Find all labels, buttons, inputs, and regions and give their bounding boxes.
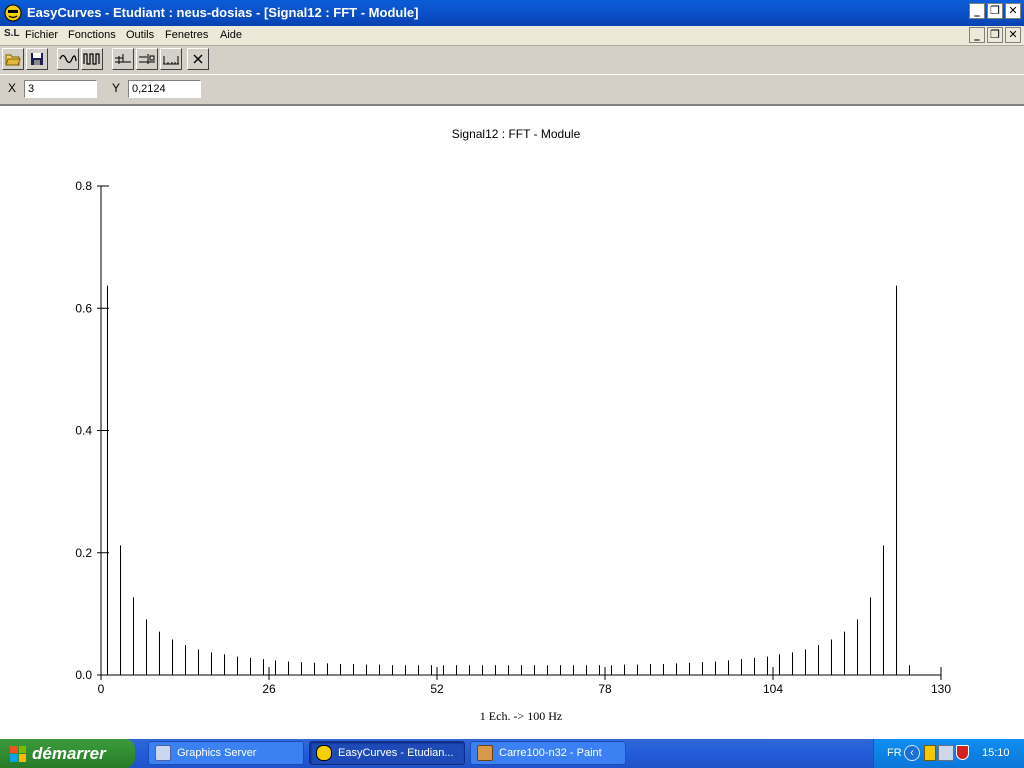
y-tick-label: 0.0 xyxy=(75,668,92,682)
close-icon xyxy=(193,54,203,64)
baseline-icon xyxy=(163,56,179,65)
easycurves-icon xyxy=(316,745,332,761)
fft-chart[interactable]: Signal12 : FFT - Module 0.00.20.40.60.8 … xyxy=(0,106,1024,740)
y-tick-label: 0.8 xyxy=(75,179,92,193)
coordinate-bar: X Y xyxy=(0,75,1024,105)
square-wave-icon xyxy=(83,53,100,65)
mdi-close-button[interactable]: ✕ xyxy=(1005,27,1021,43)
mdi-window-controls: _ ❐ ✕ xyxy=(969,27,1021,43)
measure-cursor-icon xyxy=(139,54,155,64)
task-graphics-server[interactable]: Graphics Server xyxy=(148,741,304,765)
graphics-server-icon xyxy=(155,745,171,761)
network-icon[interactable] xyxy=(938,745,954,761)
task-label: Graphics Server xyxy=(177,747,257,759)
x-tick-label: 104 xyxy=(763,682,783,696)
y-tick-label: 0.6 xyxy=(75,301,92,315)
x-coord-label: X xyxy=(8,81,17,95)
close-chart-button[interactable] xyxy=(187,48,209,70)
language-indicator[interactable]: FR xyxy=(887,747,902,759)
mdi-restore-button[interactable]: ❐ xyxy=(987,27,1003,43)
start-label: démarrer xyxy=(32,743,106,763)
taskbar: démarrer Graphics Server EasyCurves - Et… xyxy=(0,739,1024,768)
system-tray: FR ‹ 15:10 xyxy=(873,739,1024,768)
security-shield-icon[interactable] xyxy=(956,745,969,760)
restore-button[interactable]: ❐ xyxy=(987,3,1003,19)
x-tick-label: 52 xyxy=(430,682,444,696)
paint-icon xyxy=(477,745,493,761)
x-tick-label: 26 xyxy=(262,682,276,696)
square-wave-button[interactable] xyxy=(81,48,103,70)
menu-aide[interactable]: Aide xyxy=(220,29,242,41)
x-tick-label: 78 xyxy=(598,682,612,696)
show-hidden-icons-icon[interactable]: ‹ xyxy=(904,745,920,761)
baseline-button[interactable] xyxy=(160,48,182,70)
task-label: EasyCurves - Etudian... xyxy=(338,747,454,759)
window-title: EasyCurves - Etudiant : neus-dosias - [S… xyxy=(27,5,419,20)
sine-wave-button[interactable] xyxy=(57,48,79,70)
measure-horizontal-button[interactable] xyxy=(112,48,134,70)
save-button[interactable] xyxy=(26,48,48,70)
x-coord-field[interactable] xyxy=(24,80,97,98)
plot-area[interactable]: Signal12 : FFT - Module 0.0 0.2 0.4 0.6 0.8 … xyxy=(0,105,1024,740)
tray-app-icon[interactable] xyxy=(924,745,936,761)
y-coord-label: Y xyxy=(112,81,121,95)
x-tick-label: 0 xyxy=(98,682,105,696)
measure-horizontal-icon xyxy=(115,54,131,64)
open-folder-icon xyxy=(5,54,21,66)
y-tick-label: 0.2 xyxy=(75,546,92,560)
menu-fenetres[interactable]: Fenetres xyxy=(165,29,208,41)
x-tick-label: 130 xyxy=(931,682,951,696)
chart-title: Signal12 : FFT - Module xyxy=(452,127,581,141)
task-easycurves[interactable]: EasyCurves - Etudian... xyxy=(309,741,465,765)
open-button[interactable] xyxy=(2,48,24,70)
save-icon xyxy=(31,53,43,65)
easycurves-app-icon xyxy=(4,4,22,22)
minimize-button[interactable]: _ xyxy=(969,3,985,19)
menu-fonctions[interactable]: Fonctions xyxy=(68,29,116,41)
menu-bar: S.L Fichier Fonctions Outils Fenetres Ai… xyxy=(0,26,1024,46)
start-button[interactable]: démarrer xyxy=(0,739,135,768)
document-icon[interactable]: S.L xyxy=(4,28,20,39)
fft-stems xyxy=(107,285,910,675)
title-bar: EasyCurves - Etudiant : neus-dosias - [S… xyxy=(0,0,1024,26)
sine-wave-icon xyxy=(59,54,77,64)
toolbar xyxy=(0,46,1024,75)
y-ticks: 0.0 0.2 0.4 0.6 0.8 xyxy=(75,179,109,682)
task-paint[interactable]: Carre100-n32 - Paint xyxy=(470,741,626,765)
measure-cursor-button[interactable] xyxy=(136,48,158,70)
x-axis-label: 1 Ech. -> 100 Hz xyxy=(480,709,562,723)
windows-logo-icon xyxy=(10,745,26,762)
x-ticks: 0 26 52 78 104 130 xyxy=(98,667,951,696)
y-coord-field[interactable] xyxy=(128,80,201,98)
close-button[interactable]: ✕ xyxy=(1005,3,1021,19)
mdi-minimize-button[interactable]: _ xyxy=(969,27,985,43)
y-tick-label: 0.4 xyxy=(75,424,92,438)
menu-fichier[interactable]: Fichier xyxy=(25,29,58,41)
menu-outils[interactable]: Outils xyxy=(126,29,154,41)
clock: 15:10 xyxy=(982,747,1010,759)
window-controls: _ ❐ ✕ xyxy=(969,3,1021,19)
task-label: Carre100-n32 - Paint xyxy=(499,747,602,759)
